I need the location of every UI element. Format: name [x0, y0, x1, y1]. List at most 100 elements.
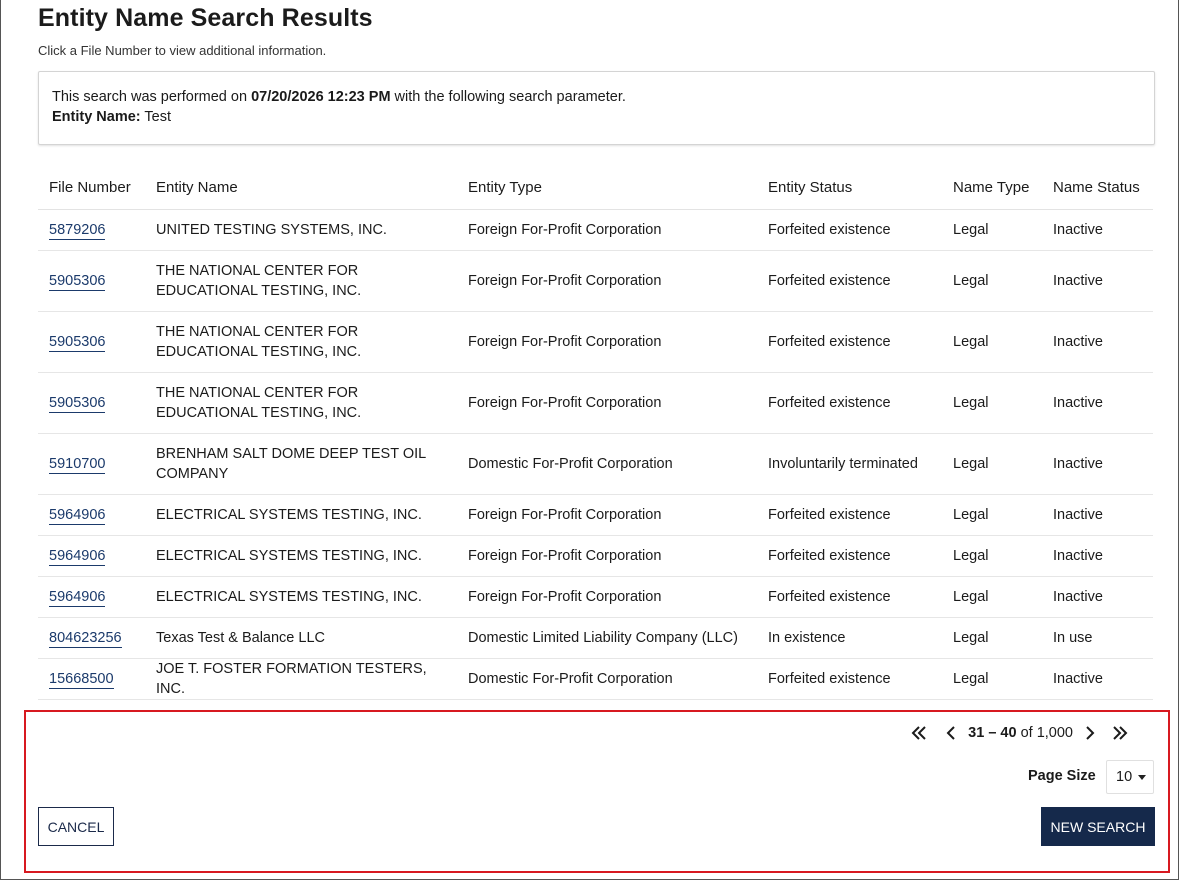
entity-name-cell: THE NATIONAL CENTER FOR EDUCATIONAL TEST…: [145, 311, 457, 373]
search-param-value: Test: [140, 109, 171, 125]
file-number-cell: 5879206: [38, 209, 145, 251]
entity-status-cell: Forfeited existence: [757, 250, 942, 312]
entity-type-cell: Foreign For-Profit Corporation: [457, 209, 757, 251]
file-number-cell: 5964906: [38, 494, 145, 536]
page-size-select[interactable]: 10: [1106, 760, 1154, 794]
double-chevron-left-icon: [911, 726, 926, 740]
entity-name-cell: Texas Test & Balance LLC: [145, 617, 457, 659]
table-row: 5964906 ELECTRICAL SYSTEMS TESTING, INC.…: [38, 494, 1153, 536]
name-status-cell: Inactive: [1042, 535, 1153, 577]
file-number-link[interactable]: 5879206: [49, 221, 106, 240]
table-header-row: File Number Entity Name Entity Type Enti…: [38, 167, 1153, 210]
name-type-cell: Legal: [942, 576, 1042, 618]
file-number-cell: 5905306: [38, 372, 145, 434]
page-subtitle: Click a File Number to view additional i…: [38, 43, 327, 58]
file-number-cell: 5905306: [38, 311, 145, 373]
name-type-cell: Legal: [942, 617, 1042, 659]
entity-name-cell: THE NATIONAL CENTER FOR EDUCATIONAL TEST…: [145, 372, 457, 434]
entity-type-cell: Foreign For-Profit Corporation: [457, 494, 757, 536]
table-row: 5879206 UNITED TESTING SYSTEMS, INC. For…: [38, 209, 1153, 251]
new-search-button[interactable]: NEW SEARCH: [1041, 807, 1155, 846]
name-status-cell: Inactive: [1042, 576, 1153, 618]
entity-status-cell: Forfeited existence: [757, 658, 942, 700]
entity-type-cell: Foreign For-Profit Corporation: [457, 576, 757, 618]
page-size-label: Page Size: [1028, 768, 1096, 784]
caret-down-icon: [1138, 774, 1147, 780]
previous-page-button[interactable]: [940, 722, 962, 744]
name-type-cell: Legal: [942, 372, 1042, 434]
name-type-cell: Legal: [942, 250, 1042, 312]
entity-status-cell: Forfeited existence: [757, 535, 942, 577]
entity-type-cell: Foreign For-Profit Corporation: [457, 535, 757, 577]
entity-type-cell: Domestic For-Profit Corporation: [457, 658, 757, 700]
search-param-label: Entity Name:: [52, 109, 141, 125]
name-type-cell: Legal: [942, 311, 1042, 373]
entity-status-cell: Forfeited existence: [757, 209, 942, 251]
search-parameter-line: Entity Name: Test: [52, 107, 1141, 127]
name-status-cell: Inactive: [1042, 433, 1153, 495]
name-status-cell: Inactive: [1042, 250, 1153, 312]
column-header-entity-name: Entity Name: [145, 167, 457, 210]
table-row: 15668500 JOE T. FOSTER FORMATION TESTERS…: [38, 658, 1153, 700]
entity-name-cell: THE NATIONAL CENTER FOR EDUCATIONAL TEST…: [145, 250, 457, 312]
next-page-button[interactable]: [1079, 722, 1101, 744]
entity-status-cell: Forfeited existence: [757, 311, 942, 373]
entity-status-cell: Involuntarily terminated: [757, 433, 942, 495]
entity-status-cell: Forfeited existence: [757, 494, 942, 536]
name-status-cell: In use: [1042, 617, 1153, 659]
name-type-cell: Legal: [942, 658, 1042, 700]
search-datetime: 07/20/2026 12:23 PM: [251, 89, 391, 105]
entity-name-cell: ELECTRICAL SYSTEMS TESTING, INC.: [145, 535, 457, 577]
name-status-cell: Inactive: [1042, 372, 1153, 434]
page-range-value: 31 – 40: [968, 725, 1017, 741]
page-size-value: 10: [1116, 769, 1133, 785]
pagination: 31 – 40 of 1,000: [908, 722, 1131, 744]
file-number-link[interactable]: 804623256: [49, 629, 122, 648]
table-row: 804623256 Texas Test & Balance LLC Domes…: [38, 617, 1153, 659]
cancel-button[interactable]: CANCEL: [38, 807, 114, 846]
table-row: 5964906 ELECTRICAL SYSTEMS TESTING, INC.…: [38, 535, 1153, 577]
entity-status-cell: Forfeited existence: [757, 372, 942, 434]
first-page-button[interactable]: [908, 722, 930, 744]
entity-type-cell: Domestic Limited Liability Company (LLC): [457, 617, 757, 659]
file-number-link[interactable]: 5964906: [49, 506, 106, 525]
file-number-cell: 15668500: [38, 658, 145, 700]
chevron-right-icon: [1086, 726, 1095, 740]
name-status-cell: Inactive: [1042, 494, 1153, 536]
entity-type-cell: Foreign For-Profit Corporation: [457, 311, 757, 373]
name-type-cell: Legal: [942, 433, 1042, 495]
file-number-link[interactable]: 5964906: [49, 547, 106, 566]
results-table: File Number Entity Name Entity Type Enti…: [38, 167, 1153, 700]
column-header-file-number: File Number: [38, 167, 145, 210]
file-number-link[interactable]: 5905306: [49, 394, 106, 413]
search-info-box: This search was performed on 07/20/2026 …: [38, 71, 1155, 145]
table-row: 5910700 BRENHAM SALT DOME DEEP TEST OIL …: [38, 433, 1153, 495]
name-status-cell: Inactive: [1042, 311, 1153, 373]
table-row: 5905306 THE NATIONAL CENTER FOR EDUCATIO…: [38, 372, 1153, 434]
column-header-entity-status: Entity Status: [757, 167, 942, 210]
file-number-link[interactable]: 15668500: [49, 670, 114, 689]
entity-name-cell: ELECTRICAL SYSTEMS TESTING, INC.: [145, 494, 457, 536]
entity-status-cell: In existence: [757, 617, 942, 659]
search-performed-prefix: This search was performed on: [52, 89, 252, 105]
table-row: 5964906 ELECTRICAL SYSTEMS TESTING, INC.…: [38, 576, 1153, 618]
page-range: 31 – 40 of 1,000: [968, 725, 1073, 741]
file-number-link[interactable]: 5905306: [49, 333, 106, 352]
file-number-link[interactable]: 5910700: [49, 455, 106, 474]
file-number-link[interactable]: 5964906: [49, 588, 106, 607]
name-status-cell: Inactive: [1042, 209, 1153, 251]
last-page-button[interactable]: [1109, 722, 1131, 744]
file-number-cell: 5964906: [38, 535, 145, 577]
column-header-name-status: Name Status: [1042, 167, 1153, 210]
page-title: Entity Name Search Results: [38, 4, 373, 32]
entity-type-cell: Foreign For-Profit Corporation: [457, 372, 757, 434]
name-type-cell: Legal: [942, 535, 1042, 577]
chevron-left-icon: [946, 726, 955, 740]
page-total: of 1,000: [1016, 725, 1073, 741]
entity-name-cell: UNITED TESTING SYSTEMS, INC.: [145, 209, 457, 251]
file-number-link[interactable]: 5905306: [49, 272, 106, 291]
entity-name-cell: JOE T. FOSTER FORMATION TESTERS, INC.: [145, 658, 457, 700]
column-header-name-type: Name Type: [942, 167, 1042, 210]
entity-name-cell: ELECTRICAL SYSTEMS TESTING, INC.: [145, 576, 457, 618]
name-type-cell: Legal: [942, 494, 1042, 536]
